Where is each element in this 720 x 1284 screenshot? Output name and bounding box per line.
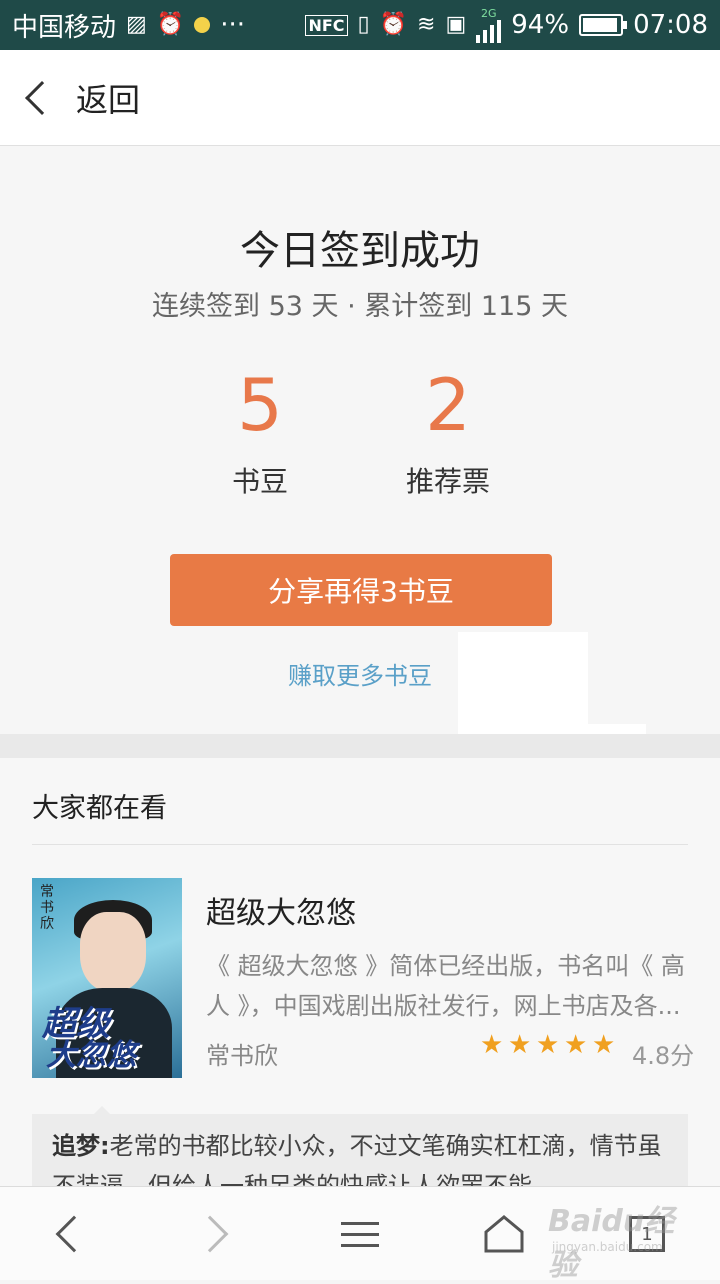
cover-author: 常书欣 bbox=[40, 884, 54, 932]
reward-tickets: 2 推荐票 bbox=[338, 360, 558, 500]
alarm-icon-2: ⏰ bbox=[379, 12, 408, 37]
star-icon: ★ bbox=[480, 1030, 504, 1060]
rating-stars: ★ ★ ★ ★ ★ bbox=[480, 1032, 618, 1058]
share-button[interactable]: 分享再得3书豆 bbox=[170, 554, 552, 626]
divider bbox=[32, 844, 688, 845]
cover-title-2: 大忽悠 bbox=[46, 1038, 136, 1073]
recommend-section: 大家都在看 常书欣 超级 大忽悠 超级大忽悠 《 超级大忽悠 》简体已经出版，书… bbox=[0, 758, 720, 1214]
watermark-url: jingyan.baidu.com bbox=[552, 1240, 663, 1254]
reward-label: 书豆 bbox=[231, 465, 288, 498]
image-icon: ▨ bbox=[126, 12, 147, 37]
earn-more-link[interactable]: 赚取更多书豆 bbox=[0, 656, 720, 691]
reward-beans: 5 书豆 bbox=[150, 360, 370, 500]
alarm-icon: ⏰ bbox=[156, 12, 185, 37]
baidu-watermark: Baidu经验 jingyan.baidu.com bbox=[548, 1196, 698, 1283]
battery-icon bbox=[579, 14, 628, 36]
browser-back-button[interactable] bbox=[42, 1207, 96, 1261]
chevron-left-icon bbox=[25, 80, 59, 115]
status-bar: 中国移动 ▨ ⏰ ··· NFC ▯ ⏰ ≋ ▣ 2G 94% 07:08 bbox=[0, 0, 720, 50]
star-icon: ★ bbox=[508, 1030, 532, 1060]
home-button[interactable] bbox=[477, 1207, 531, 1261]
reward-value: 5 bbox=[237, 363, 283, 447]
chevron-right-icon bbox=[191, 1215, 229, 1253]
cell-signal: 2G bbox=[476, 6, 502, 43]
star-icon: ★ bbox=[536, 1030, 560, 1060]
carrier-label: 中国移动 bbox=[12, 12, 117, 43]
book-description: 《 超级大忽悠 》简体已经出版，书名叫《 高人 》，中国戏剧出版社发行，网上书店… bbox=[206, 952, 685, 1020]
network-type: 2G bbox=[481, 6, 497, 20]
reward-value: 2 bbox=[425, 363, 471, 447]
section-title: 大家都在看 bbox=[32, 793, 167, 824]
top-header: 返回 bbox=[0, 50, 720, 146]
battery-percent: 94% bbox=[511, 10, 570, 40]
back-button[interactable]: 返回 bbox=[22, 75, 140, 121]
signin-streak: 连续签到 53 天 · 累计签到 115 天 bbox=[152, 291, 568, 322]
rating-score: 4.8分 bbox=[632, 1042, 695, 1070]
more-notifications-icon: ··· bbox=[220, 10, 246, 40]
cover-face bbox=[80, 912, 146, 992]
notification-dot-icon bbox=[194, 17, 211, 33]
signal-icon bbox=[476, 19, 502, 43]
section-divider bbox=[0, 734, 720, 758]
book-cover[interactable]: 常书欣 超级 大忽悠 bbox=[32, 878, 182, 1078]
vibrate-icon: ▯ bbox=[357, 12, 370, 37]
menu-icon bbox=[341, 1214, 379, 1255]
wifi-icon: ≋ bbox=[417, 12, 436, 37]
signin-title: 今日签到成功 bbox=[240, 228, 480, 274]
sim-icon: ▣ bbox=[445, 12, 467, 37]
menu-button[interactable] bbox=[333, 1207, 387, 1261]
browser-forward-button[interactable] bbox=[188, 1207, 242, 1261]
chevron-left-icon bbox=[55, 1215, 93, 1253]
star-icon: ★ bbox=[564, 1030, 588, 1060]
reward-label: 推荐票 bbox=[405, 465, 490, 498]
clock: 07:08 bbox=[633, 10, 708, 40]
book-author: 常书欣 bbox=[206, 1042, 278, 1070]
back-label: 返回 bbox=[76, 80, 141, 119]
battery-fill bbox=[583, 18, 617, 32]
home-icon bbox=[484, 1215, 524, 1253]
signin-panel: 今日签到成功 连续签到 53 天 · 累计签到 115 天 5 书豆 2 推荐票… bbox=[0, 146, 720, 782]
nfc-icon: NFC bbox=[305, 14, 348, 36]
comment-user: 追梦: bbox=[52, 1132, 110, 1160]
star-icon: ★ bbox=[592, 1030, 616, 1060]
book-title[interactable]: 超级大忽悠 bbox=[206, 888, 356, 932]
